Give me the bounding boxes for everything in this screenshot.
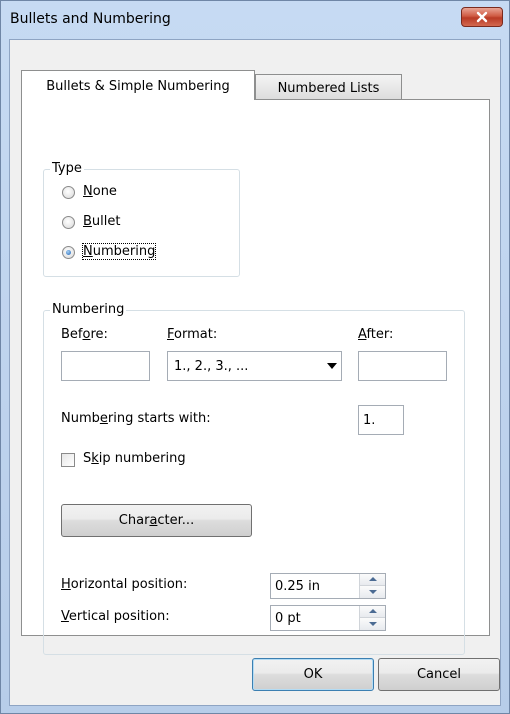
spin-up-arrow-icon[interactable] bbox=[360, 574, 385, 586]
cancel-button-label: Cancel bbox=[416, 667, 462, 682]
tab-label: Numbered Lists bbox=[277, 81, 380, 96]
radio-label-none: None bbox=[83, 184, 117, 199]
horizontal-position-label: Horizontal position: bbox=[61, 577, 188, 592]
radio-button[interactable] bbox=[62, 216, 75, 229]
type-group-title: Type bbox=[50, 161, 84, 176]
radio-button[interactable] bbox=[62, 186, 75, 199]
chevron-down-icon[interactable] bbox=[327, 363, 337, 369]
after-input[interactable] bbox=[358, 351, 447, 381]
numbering-group-title: Numbering bbox=[50, 302, 127, 317]
numbering-groupbox: Numbering Before: Format: 1., 2., 3., ..… bbox=[43, 302, 465, 655]
horizontal-position-value[interactable]: 0.25 in bbox=[275, 579, 320, 594]
starts-with-input[interactable] bbox=[358, 405, 404, 435]
tab-numbered-lists[interactable]: Numbered Lists bbox=[255, 74, 402, 100]
skip-numbering-label[interactable]: Skip numbering bbox=[83, 451, 186, 466]
radio-button-selected[interactable] bbox=[62, 246, 75, 259]
tab-bullets-simple-numbering[interactable]: Bullets & Simple Numbering bbox=[21, 70, 255, 100]
format-label: Format: bbox=[167, 327, 218, 342]
format-value: 1., 2., 3., ... bbox=[174, 359, 249, 374]
vertical-position-spinner bbox=[359, 606, 385, 630]
tab-label: Bullets & Simple Numbering bbox=[46, 79, 230, 94]
ok-button[interactable]: OK bbox=[252, 658, 374, 691]
character-button[interactable]: Character... bbox=[61, 504, 252, 537]
before-label: Before: bbox=[61, 327, 108, 342]
spin-down-arrow-icon[interactable] bbox=[360, 586, 385, 598]
horizontal-position-spinbox[interactable]: 0.25 in bbox=[270, 573, 386, 599]
title-bar[interactable]: Bullets and Numbering bbox=[1, 1, 509, 39]
before-input[interactable] bbox=[61, 351, 150, 381]
radio-label-numbering: Numbering bbox=[81, 243, 157, 260]
spin-up-arrow-icon[interactable] bbox=[360, 606, 385, 618]
spin-down-arrow-icon[interactable] bbox=[360, 618, 385, 630]
dialog-client-area: Bullets & Simple Numbering Numbered List… bbox=[9, 39, 501, 706]
horizontal-position-spinner bbox=[359, 574, 385, 598]
ok-button-label: OK bbox=[303, 667, 323, 682]
vertical-position-label: Vertical position: bbox=[61, 609, 170, 624]
dialog-window: Bullets and Numbering Bullets & Simple N… bbox=[0, 0, 510, 714]
skip-numbering-checkbox[interactable] bbox=[61, 453, 75, 467]
numbering-starts-with-label: Numbering starts with: bbox=[61, 411, 211, 426]
cancel-button[interactable]: Cancel bbox=[378, 658, 500, 691]
radio-label-bullet: Bullet bbox=[83, 214, 121, 229]
tab-panel: Type None Bullet Numbering Numbering Bef… bbox=[21, 99, 490, 655]
close-button[interactable] bbox=[461, 7, 503, 27]
after-label: After: bbox=[358, 327, 394, 342]
dialog-title: Bullets and Numbering bbox=[10, 11, 171, 27]
vertical-position-spinbox[interactable]: 0 pt bbox=[270, 605, 386, 631]
character-button-label: Character... bbox=[118, 513, 195, 528]
type-groupbox: Type None Bullet Numbering bbox=[43, 161, 240, 277]
close-icon bbox=[476, 11, 488, 23]
format-dropdown[interactable]: 1., 2., 3., ... bbox=[167, 351, 342, 381]
vertical-position-value[interactable]: 0 pt bbox=[275, 611, 301, 626]
